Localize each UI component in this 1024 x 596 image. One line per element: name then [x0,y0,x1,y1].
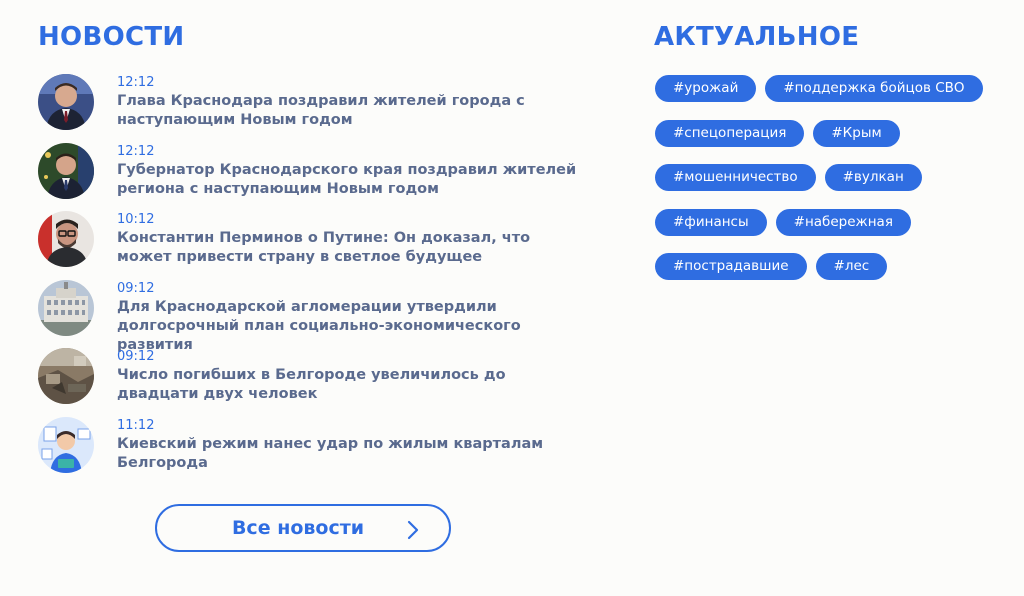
actual-section-title: АКТУАЛЬНОЕ [654,22,860,52]
chevron-right-icon [407,520,419,540]
news-time: 11:12 [117,417,155,433]
news-headline-link[interactable]: Константин Перминов о Путине: Он доказал… [117,229,577,267]
tag-row: #мошенничество #вулкан [655,164,995,209]
news-list: 12:12 Глава Краснодара поздравил жителей… [38,74,598,485]
tag-chip[interactable]: #Крым [813,119,900,147]
tag-chip[interactable]: #поддержка бойцов СВО [765,75,983,102]
news-thumbnail-image[interactable] [38,142,94,199]
tag-row: #финансы #набережная [655,208,995,254]
news-time: 12:12 [117,75,155,90]
all-news-button[interactable]: Все новости [155,504,451,552]
all-news-label: Все новости [231,517,365,539]
tag-chip[interactable]: #лес [815,253,888,280]
tag-chip[interactable]: #пострадавшие [655,253,807,280]
news-time: 12:12 [117,143,155,159]
news-thumbnail-image[interactable] [38,416,94,473]
tag-row: #пострадавшие #лес [655,253,995,298]
news-time: 09:12 [117,280,155,296]
news-thumbnail-image[interactable] [38,348,94,404]
news-item[interactable]: 11:12 Киевский режим нанес удар по жилым… [38,416,598,486]
tag-row: #спецоперация #Крым [655,119,995,165]
news-headline-link[interactable]: Для Краснодарской агломерации утвердили … [117,298,577,355]
news-item[interactable]: 09:12 Для Краснодарской агломерации утве… [38,279,598,353]
tag-chip[interactable]: #урожай [655,75,757,102]
tag-chip[interactable]: #мошенничество [655,164,816,191]
tag-chip[interactable]: #спецоперация [655,119,805,147]
news-item[interactable]: 12:12 Глава Краснодара поздравил жителей… [38,74,598,143]
news-thumbnail-image[interactable] [38,211,94,267]
tag-row: #урожай #поддержка бойцов СВО [655,75,995,120]
tag-cloud: #урожай #поддержка бойцов СВО #спецопера… [655,75,995,298]
tag-chip[interactable]: #набережная [775,208,911,236]
news-item[interactable]: 09:12 Число погибших в Белгороде увеличи… [38,348,598,417]
tag-chip[interactable]: #финансы [655,208,767,236]
tag-chip[interactable]: #вулкан [824,164,922,191]
news-item[interactable]: 10:12 Константин Перминов о Путине: Он д… [38,211,598,280]
news-section-title: НОВОСТИ [38,22,185,52]
news-headline-link[interactable]: Глава Краснодара поздравил жителей город… [117,92,577,130]
news-thumbnail-image[interactable] [38,279,94,336]
news-time: 10:12 [117,212,155,227]
news-headline-link[interactable]: Киевский режим нанес удар по жилым кварт… [117,435,577,473]
news-headline-link[interactable]: Губернатор Краснодарского края поздравил… [117,161,577,199]
news-thumbnail-image[interactable] [38,74,94,130]
news-headline-link[interactable]: Число погибших в Белгороде увеличилось д… [117,366,577,404]
news-time: 09:12 [117,349,155,364]
news-item[interactable]: 12:12 Губернатор Краснодарского края поз… [38,142,598,212]
